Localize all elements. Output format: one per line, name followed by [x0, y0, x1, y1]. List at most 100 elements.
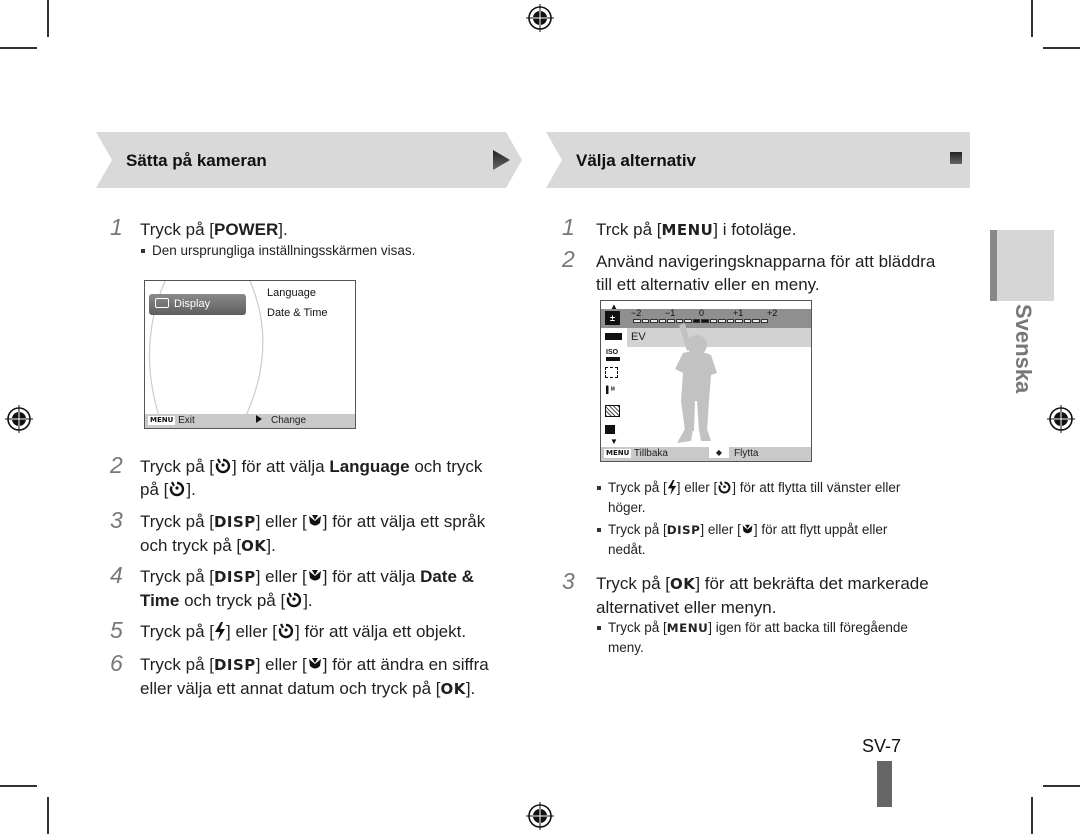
scroll-down-icon[interactable]: ▼ [610, 437, 618, 446]
menu-key-icon: MENU [604, 449, 632, 458]
ev-scale[interactable]: −2 −1 0 +1 +2 [631, 308, 783, 328]
step-4-text: Tryck på [DISP] eller [] för att välja D… [140, 565, 520, 612]
disp-key: DISP [666, 523, 701, 537]
step-1-note: Den ursprungliga inställningsskärmen vis… [140, 241, 415, 261]
step-6-text: Tryck på [DISP] eller [] för att ändra e… [140, 653, 525, 701]
text: ]. [278, 220, 288, 239]
iso-icon[interactable]: ISO [606, 349, 620, 363]
disp-key: DISP [214, 513, 256, 531]
ev-tick-label: +2 [767, 308, 778, 318]
text: Tryck på [ [140, 457, 214, 476]
metering-icon[interactable] [605, 405, 620, 417]
section-header-left: Sätta på kameran [96, 132, 522, 188]
step-number: 3 [110, 507, 123, 533]
text: Tryck på [ [140, 220, 214, 239]
flash-icon [667, 480, 676, 495]
scroll-up-icon[interactable]: ▲ [610, 302, 618, 311]
text: Tryck på [ [140, 512, 214, 531]
bold-term: Date & [420, 567, 474, 586]
ev-tick-label: +1 [733, 308, 744, 318]
text: ]. [303, 591, 313, 610]
page-number: SV-7 [862, 736, 902, 756]
back-label: Tillbaka [633, 448, 668, 459]
step-5-text: Tryck på [] eller [] för att välja ett o… [140, 620, 520, 643]
step-number: 2 [110, 452, 123, 478]
text: Trck på [ [596, 220, 662, 239]
ev-segment [735, 319, 743, 323]
text: Tryck på [ [140, 622, 214, 641]
menu-key: MENU [666, 621, 709, 635]
registration-mark-icon [526, 802, 554, 830]
ok-key: OK [440, 680, 466, 698]
stop-square-icon [950, 152, 962, 164]
menu-item-display[interactable]: Display [149, 294, 246, 315]
text: Tryck på [ [140, 655, 214, 674]
macro-flower-icon [308, 570, 321, 581]
step-1-text: Tryck på [POWER]. [140, 218, 288, 241]
ev-icon[interactable]: ± [605, 311, 620, 325]
language-tab[interactable] [990, 230, 1054, 301]
bullet-up-down: Tryck på [DISP] eller [] för att flytt u… [597, 520, 968, 560]
step-number: 6 [110, 650, 123, 676]
text: höger. [608, 500, 646, 515]
screen-bottom-bar: MENU Tillbaka ◆ Flytta [601, 447, 811, 461]
timer-icon [215, 458, 231, 474]
macro-flower-icon [308, 515, 321, 526]
crop-mark [1031, 797, 1033, 834]
text: Tryck på [ [140, 567, 214, 586]
crop-mark [1043, 785, 1080, 787]
crop-mark [47, 0, 49, 37]
smart-range-icon[interactable] [605, 425, 615, 434]
crop-mark [1043, 47, 1080, 49]
text: ] eller [ [255, 512, 307, 531]
option-date-time[interactable]: Date & Time [267, 307, 328, 319]
text: ] för att välja [232, 457, 330, 476]
text: Tryck på [ [608, 620, 667, 635]
ev-segment [760, 319, 768, 323]
text: ] för att välja [322, 567, 421, 586]
disp-key: DISP [214, 656, 256, 674]
right-arrow-icon [256, 415, 262, 423]
step-2-text: Tryck på [] för att välja Language och t… [140, 455, 520, 501]
macro-flower-icon [742, 524, 753, 534]
crop-mark [0, 785, 37, 787]
ev-segment [701, 319, 709, 323]
nav-pad-icon: ◆ [709, 447, 729, 458]
timer-icon [718, 481, 731, 494]
ev-tick-label: 0 [699, 308, 705, 318]
ev-segment [641, 319, 649, 323]
ev-segment [726, 319, 734, 323]
ev-segment [692, 319, 700, 323]
text: nedåt. [608, 542, 646, 557]
crop-mark [0, 47, 37, 49]
flash-icon [215, 622, 225, 640]
text: ] eller [ [255, 567, 307, 586]
wb-icon[interactable] [605, 333, 622, 340]
ev-segment [752, 319, 760, 323]
text: ] för att bekräfta det markerade [695, 574, 929, 593]
bold-term: Language [329, 457, 410, 476]
display-icon [155, 298, 169, 308]
exit-label: Exit [178, 415, 195, 426]
text: Tryck på [ [608, 480, 667, 495]
section-title: Välja alternativ [576, 151, 697, 170]
ok-key: OK [241, 537, 267, 555]
change-label: Change [271, 415, 307, 426]
macro-flower-icon [308, 658, 321, 669]
text: ] eller [ [700, 522, 741, 537]
text: på [ [140, 480, 169, 499]
ev-segment [718, 319, 726, 323]
registration-mark-icon [5, 405, 33, 433]
step-2-text: Använd navigeringsknapparna för att bläd… [596, 250, 976, 296]
child-silhouette-image [675, 323, 717, 443]
focus-area-icon[interactable]: ▌ᴹ [606, 387, 615, 394]
option-language[interactable]: Language [267, 287, 316, 299]
text: ] för att välja ett språk [322, 512, 486, 531]
screen-bottom-bar: MENU Exit Change [145, 414, 355, 428]
tab-accent [990, 230, 997, 301]
step-number: 3 [562, 568, 575, 594]
ev-tick-label: −1 [665, 308, 676, 318]
text: och tryck på [ [140, 536, 242, 555]
face-detect-icon[interactable] [605, 367, 618, 378]
bullet-back: Tryck på [MENU] igen för att backa till … [597, 618, 968, 658]
